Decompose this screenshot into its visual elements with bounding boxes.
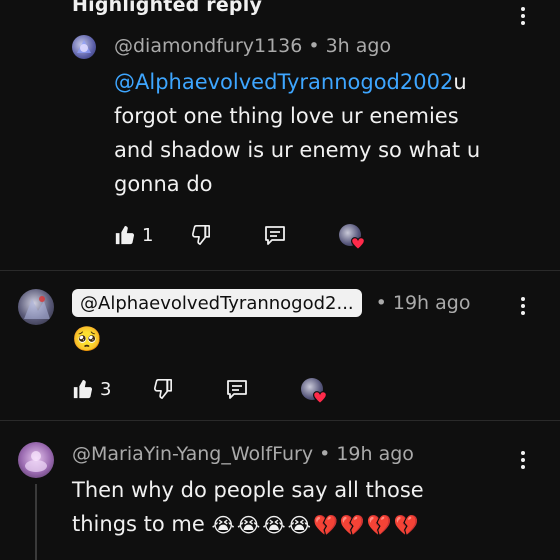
thread-line	[35, 484, 37, 560]
comment-actions: 3	[72, 376, 328, 404]
timestamp: 3h ago	[325, 35, 392, 57]
author-chip[interactable]: @AlphaevolvedTyrannogod2...	[72, 289, 362, 317]
reply-button[interactable]	[263, 223, 287, 247]
comment-meta: @AlphaevolvedTyrannogod2... • 19h ago	[72, 289, 470, 317]
comment-text-line: forgot one thing love ur enemies	[114, 104, 459, 128]
comment-actions: 1	[114, 222, 366, 250]
like-count: 3	[100, 378, 112, 400]
like-button[interactable]	[114, 224, 136, 246]
divider	[0, 270, 560, 271]
thumbs-up-icon	[115, 225, 135, 245]
avatar[interactable]	[72, 35, 96, 59]
comment-icon	[265, 226, 286, 245]
comment-text: u	[453, 70, 467, 94]
comment-emoji: 🥺	[72, 325, 102, 353]
avatar[interactable]	[18, 289, 54, 325]
creator-heart-badge	[299, 376, 328, 404]
mention-link[interactable]: @AlphaevolvedTyrannogod2002	[114, 70, 453, 94]
comment-text-line: Then why do people say all those	[72, 478, 424, 502]
like-button[interactable]	[72, 378, 94, 400]
avatar[interactable]	[18, 442, 54, 478]
separator: •	[375, 292, 387, 314]
dislike-button[interactable]	[189, 224, 211, 246]
comment-text-line: and shadow is ur enemy so what u	[114, 138, 481, 162]
like-count: 1	[142, 224, 154, 246]
emoji-string: 😭😭😭😭💔💔💔💔	[211, 513, 421, 537]
thumbs-up-icon	[73, 379, 93, 399]
highlighted-reply-heading: Highlighted reply	[72, 0, 263, 16]
more-options-icon[interactable]	[513, 448, 533, 472]
comment-body: Then why do people say all those things …	[72, 473, 542, 542]
thumbs-down-icon	[192, 225, 211, 245]
creator-heart-badge	[337, 222, 366, 250]
comment-meta: @diamondfury1136 • 3h ago	[114, 35, 391, 57]
heart-icon	[351, 237, 366, 250]
more-options-icon[interactable]	[513, 294, 533, 318]
timestamp: 19h ago	[392, 292, 471, 314]
more-options-icon[interactable]	[513, 4, 533, 28]
timestamp: 19h ago	[336, 443, 414, 465]
separator: •	[319, 443, 331, 465]
author-name[interactable]: @MariaYin-Yang_WolfFury	[72, 443, 313, 465]
comment-meta: @MariaYin-Yang_WolfFury • 19h ago	[72, 443, 414, 465]
reply-button[interactable]	[225, 377, 249, 401]
comment-body: @AlphaevolvedTyrannogod2002u forgot one …	[114, 65, 524, 201]
divider	[0, 420, 560, 421]
comment-icon	[227, 380, 248, 399]
thumbs-down-icon	[154, 379, 173, 399]
dislike-button[interactable]	[151, 378, 173, 400]
comment-text-line: things to me	[72, 512, 205, 536]
separator: •	[308, 35, 320, 57]
comment-text-line: gonna do	[114, 172, 213, 196]
heart-icon	[313, 391, 328, 404]
author-name[interactable]: @diamondfury1136	[114, 35, 302, 57]
